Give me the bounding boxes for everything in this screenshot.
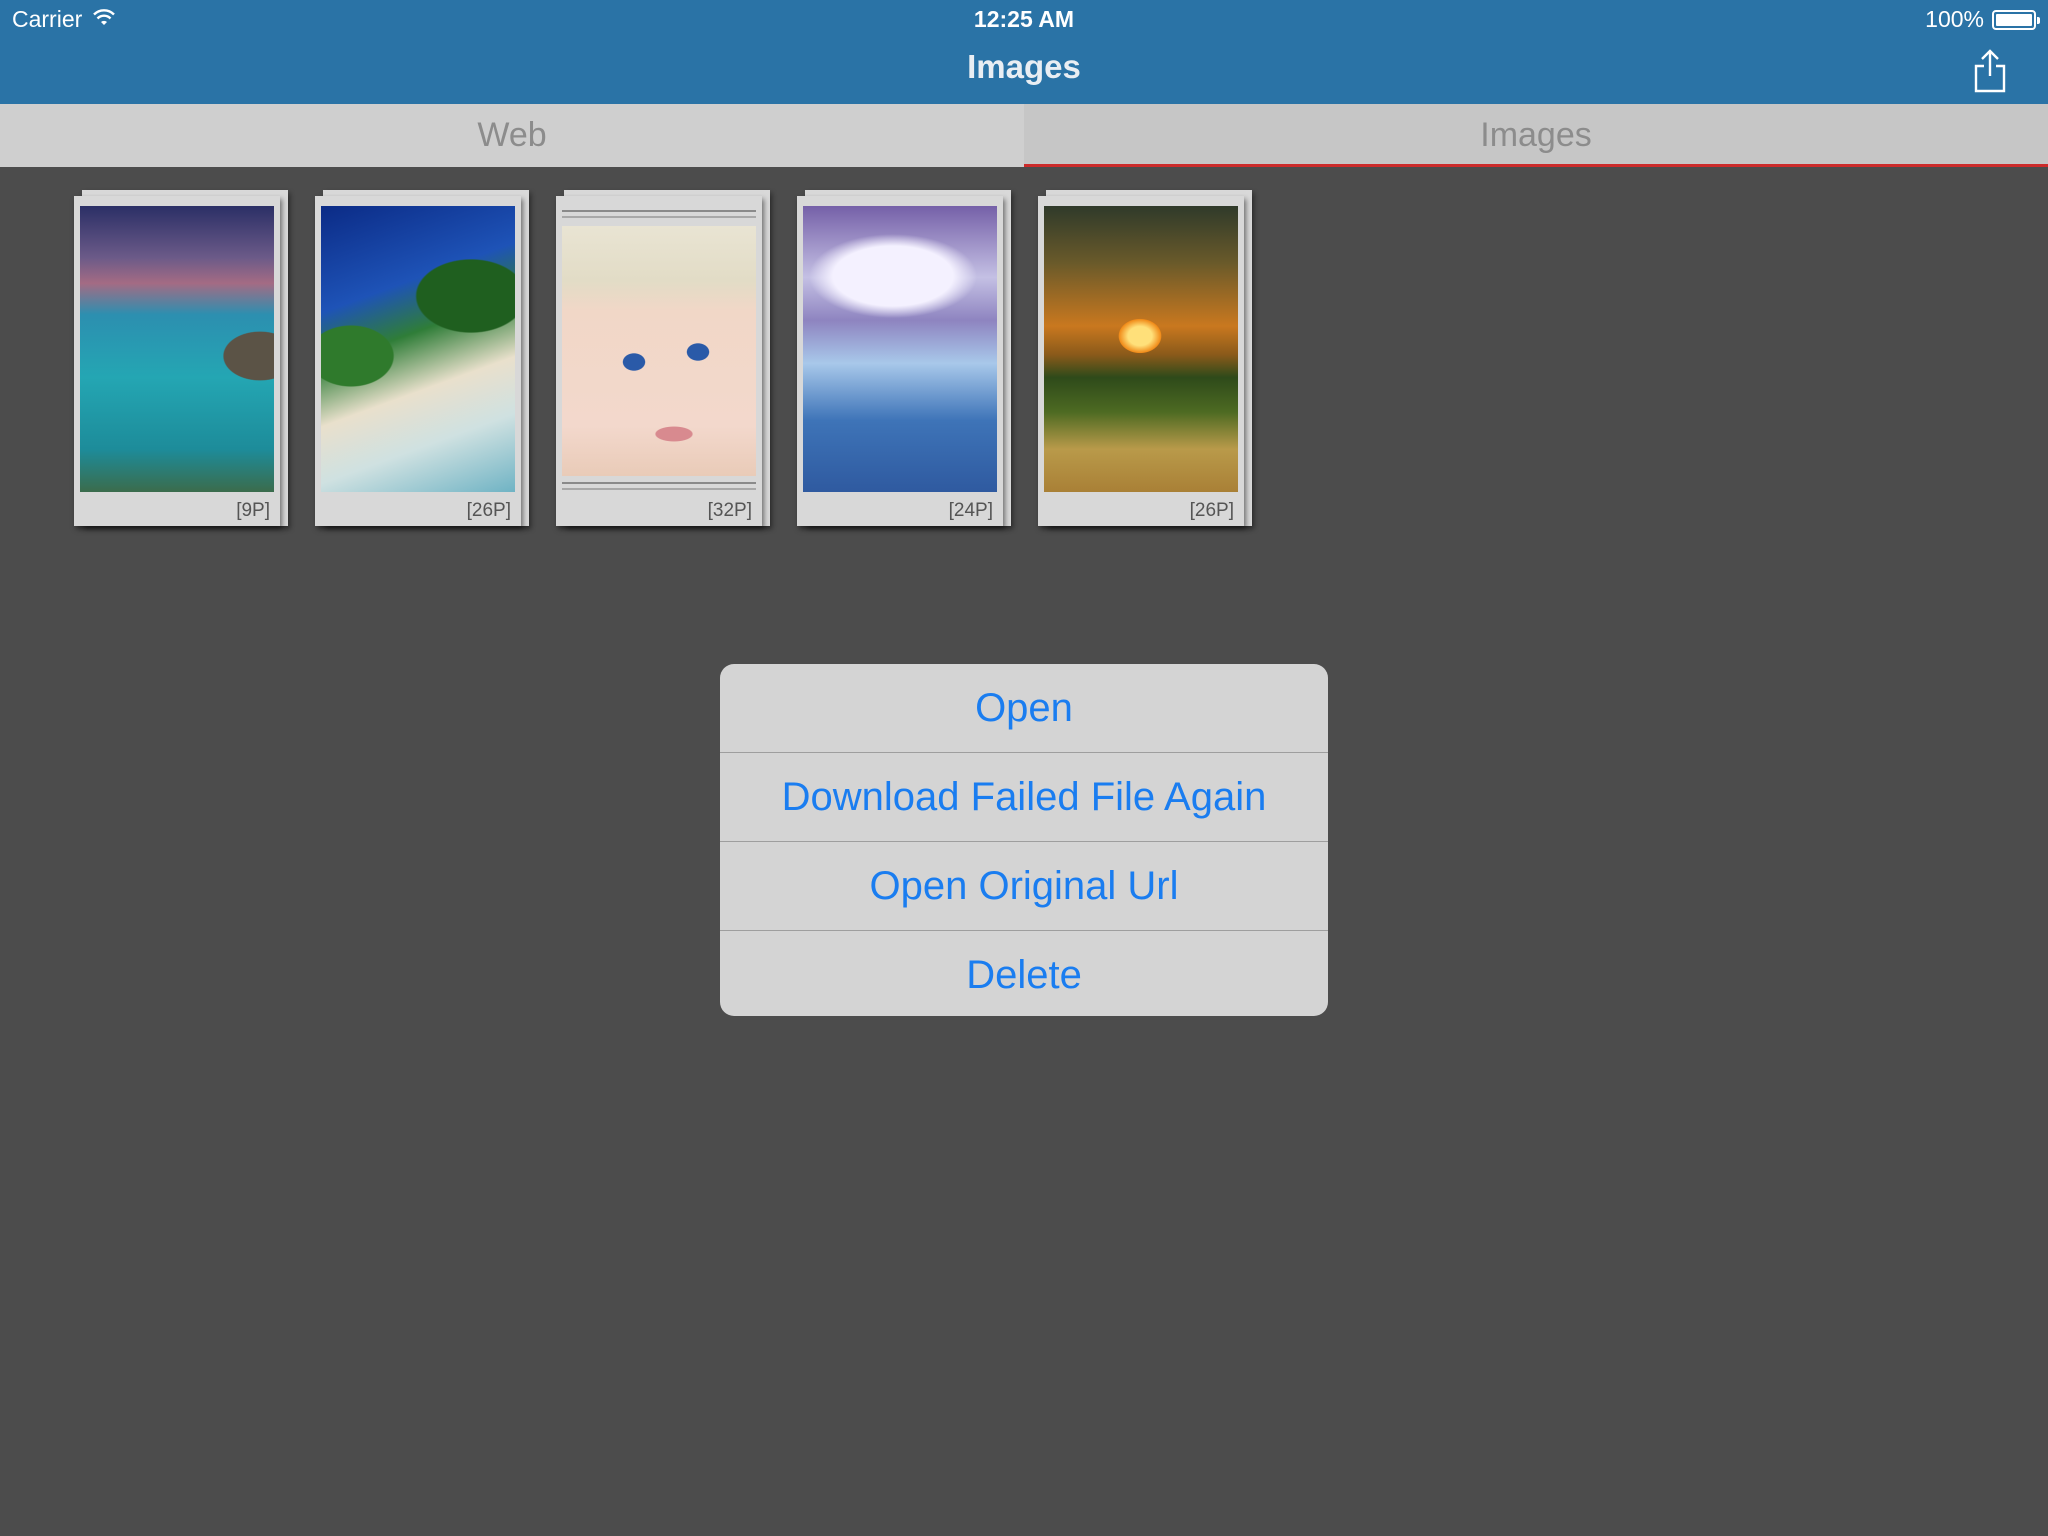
status-time: 12:25 AM — [973, 6, 1075, 32]
download-failed-again-button[interactable]: Download Failed File Again — [720, 753, 1328, 842]
album-card: [26P] — [315, 196, 521, 526]
album-card: [26P] — [1038, 196, 1244, 526]
album-thumbnail-baby — [562, 226, 756, 476]
album-card: [24P] — [797, 196, 1003, 526]
album-count: [26P] — [1189, 500, 1234, 521]
album-count: [26P] — [466, 500, 511, 521]
album-card: [32P] — [556, 196, 762, 526]
album-card: [9P] — [74, 196, 280, 526]
album-count: [24P] — [948, 500, 993, 521]
tab-web[interactable]: Web — [0, 104, 1024, 167]
album-thumbnail-sunset — [1044, 206, 1238, 492]
album-frame-line-top — [562, 210, 756, 218]
status-battery: 100% — [1925, 6, 2040, 33]
album-item[interactable]: [26P] — [315, 190, 529, 526]
album-thumbnail-sky — [803, 206, 997, 492]
album-item[interactable]: [24P] — [797, 190, 1011, 526]
action-sheet: Open Download Failed File Again Open Ori… — [720, 664, 1328, 1016]
open-original-url-button[interactable]: Open Original Url — [720, 842, 1328, 931]
album-thumbnail-sea — [80, 206, 274, 492]
album-count: [9P] — [236, 500, 270, 521]
album-item[interactable]: [26P] — [1038, 190, 1252, 526]
share-icon — [1974, 49, 2006, 93]
album-item[interactable]: [9P] — [74, 190, 288, 526]
page-title: Images — [967, 48, 1081, 85]
open-button[interactable]: Open — [720, 664, 1328, 753]
tab-images[interactable]: Images — [1024, 104, 2048, 167]
album-item[interactable]: [32P] — [556, 190, 770, 526]
album-frame-line-bottom — [562, 482, 756, 490]
share-button[interactable] — [1972, 48, 2008, 94]
delete-button[interactable]: Delete — [720, 931, 1328, 1016]
album-count: [32P] — [707, 500, 752, 521]
battery-percent: 100% — [1925, 6, 1984, 32]
album-thumbnail-beach — [321, 206, 515, 492]
top-bar: Carrier 12:25 AM 100% Images — [0, 0, 2048, 104]
battery-icon — [1992, 9, 2040, 30]
segmented-tabs: Web Images — [0, 104, 2048, 167]
